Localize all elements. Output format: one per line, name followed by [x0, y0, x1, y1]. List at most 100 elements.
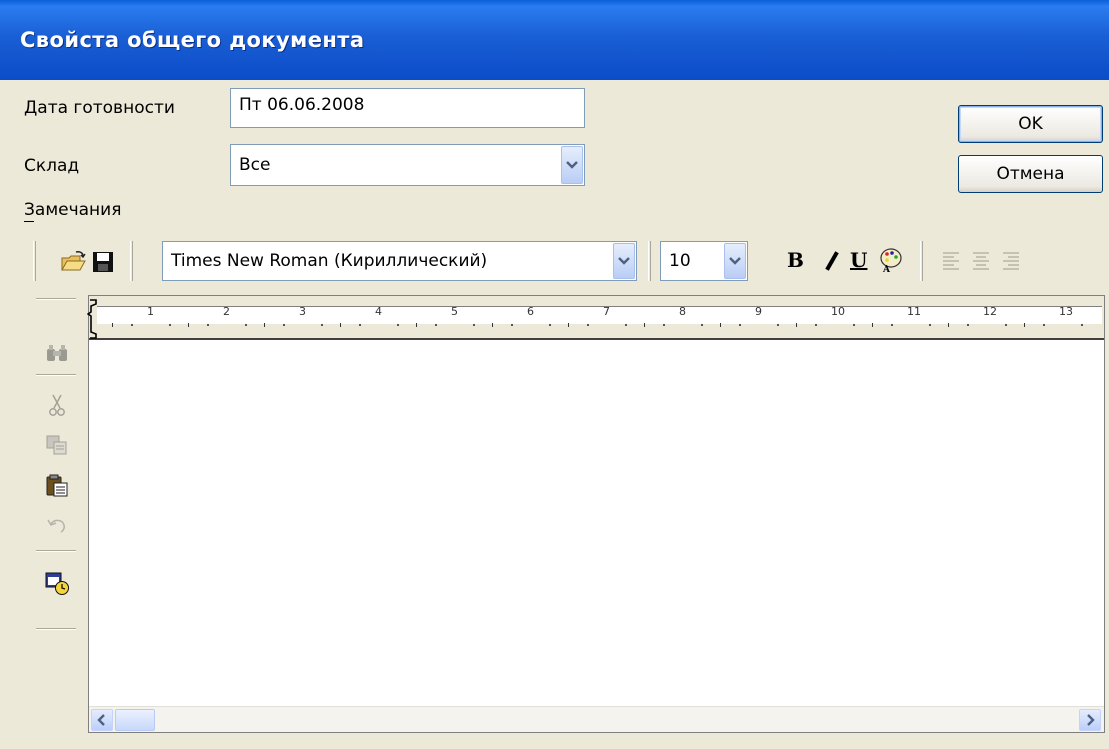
- ruler-dot: [321, 324, 323, 326]
- ruler-tick: [720, 323, 721, 327]
- ruler-dot: [701, 324, 703, 326]
- indent-marker-icon[interactable]: [87, 298, 99, 340]
- ruler-tick: [492, 323, 493, 327]
- ruler-dot: [511, 324, 513, 326]
- ruler-dot: [1005, 324, 1007, 326]
- ruler-tick: [112, 323, 113, 327]
- chevron-down-icon[interactable]: [613, 243, 635, 279]
- warehouse-value: Все: [239, 155, 271, 175]
- ruler-dot: [587, 324, 589, 326]
- bold-button[interactable]: B: [787, 248, 804, 272]
- ruler-number: 5: [451, 305, 458, 318]
- undo-icon[interactable]: [44, 512, 70, 538]
- date-field[interactable]: Пт 06.06.2008: [230, 88, 585, 128]
- remarks-label-text: Замечания: [24, 200, 122, 220]
- ruler-number: 12: [983, 305, 997, 318]
- ruler-dot: [663, 324, 665, 326]
- ruler-tick: [264, 323, 265, 327]
- ruler: 1 2 3 4 5 6 7 8 9 10 11 12 13: [87, 296, 1104, 340]
- ruler-number: 10: [831, 305, 845, 318]
- ruler-dot: [739, 324, 741, 326]
- ruler-dot: [359, 324, 361, 326]
- toolbar-separator: [920, 241, 923, 281]
- ruler-strip: 1 2 3 4 5 6 7 8 9 10 11 12 13: [97, 305, 1102, 327]
- ruler-dot: [549, 324, 551, 326]
- ruler-tick: [872, 323, 873, 327]
- color-palette-icon[interactable]: A: [878, 247, 904, 273]
- copy-icon[interactable]: [44, 432, 70, 458]
- insert-datetime-icon[interactable]: [44, 570, 70, 596]
- ruler-dot: [283, 324, 285, 326]
- font-size-value: 10: [669, 251, 691, 271]
- remarks-editor[interactable]: 1 2 3 4 5 6 7 8 9 10 11 12 13: [87, 295, 1105, 733]
- ok-button[interactable]: OK: [958, 105, 1103, 143]
- scroll-right-button[interactable]: [1079, 709, 1101, 731]
- ruler-dot: [815, 324, 817, 326]
- ruler-dot: [1043, 324, 1045, 326]
- align-left-icon[interactable]: [938, 247, 964, 273]
- ruler-dot: [473, 324, 475, 326]
- font-name-value: Times New Roman (Кириллический): [171, 251, 488, 271]
- ruler-number: 8: [679, 305, 686, 318]
- ruler-dot: [397, 324, 399, 326]
- ruler-dot: [435, 324, 437, 326]
- side-toolbar: [30, 290, 86, 730]
- title-bar: Свойста общего документа: [0, 0, 1109, 80]
- ruler-number: 7: [603, 305, 610, 318]
- ruler-tick: [568, 323, 569, 327]
- cut-scissors-icon[interactable]: [44, 392, 70, 418]
- ruler-dot: [967, 324, 969, 326]
- paste-clipboard-icon[interactable]: [44, 472, 70, 498]
- ruler-dot: [207, 324, 209, 326]
- ruler-dot: [1081, 324, 1083, 326]
- ruler-dot: [777, 324, 779, 326]
- toolbar-separator: [36, 550, 76, 552]
- ruler-tick: [416, 323, 417, 327]
- toolbar-separator: [130, 241, 133, 281]
- window-title: Свойста общего документа: [20, 28, 365, 52]
- align-center-icon[interactable]: [968, 247, 994, 273]
- chevron-down-icon[interactable]: [724, 243, 746, 279]
- horizontal-scrollbar[interactable]: [89, 706, 1104, 732]
- remarks-label: Замечания: [24, 200, 121, 220]
- find-binoculars-icon[interactable]: [44, 340, 70, 366]
- cancel-button[interactable]: Отмена: [958, 155, 1103, 193]
- underline-button[interactable]: U: [850, 248, 867, 272]
- ruler-dot: [891, 324, 893, 326]
- open-folder-icon[interactable]: [60, 249, 86, 275]
- toolbar-separator: [36, 628, 76, 630]
- toolbar-separator: [648, 241, 651, 281]
- chevron-down-icon[interactable]: [561, 146, 583, 184]
- svg-text:A: A: [882, 265, 891, 273]
- remarks-accesskey-underline: [24, 221, 34, 222]
- save-icon[interactable]: [90, 249, 116, 275]
- ruler-tick: [644, 323, 645, 327]
- ruler-number: 11: [907, 305, 921, 318]
- ruler-dot: [853, 324, 855, 326]
- ruler-number: 2: [223, 305, 230, 318]
- ruler-tick: [796, 323, 797, 327]
- toolbar-grip[interactable]: [36, 298, 76, 300]
- font-size-select[interactable]: 10: [660, 241, 748, 281]
- toolbar-grip[interactable]: [33, 241, 36, 281]
- ruler-tick: [948, 323, 949, 327]
- scroll-thumb[interactable]: [115, 709, 155, 731]
- ruler-number: 3: [299, 305, 306, 318]
- ruler-dot: [245, 324, 247, 326]
- font-name-select[interactable]: Times New Roman (Кириллический): [162, 241, 637, 281]
- ruler-dot: [625, 324, 627, 326]
- date-value: Пт 06.06.2008: [239, 95, 365, 115]
- ruler-tick: [1024, 323, 1025, 327]
- toolbar-separator: [36, 374, 76, 376]
- ruler-number: 4: [375, 305, 382, 318]
- ruler-number: 9: [755, 305, 762, 318]
- ruler-number: 6: [527, 305, 534, 318]
- format-toolbar: Times New Roman (Кириллический) 10 B U A: [30, 233, 1109, 289]
- ruler-tick: [188, 323, 189, 327]
- align-right-icon[interactable]: [998, 247, 1024, 273]
- warehouse-select[interactable]: Все: [230, 144, 585, 186]
- ruler-dot: [169, 324, 171, 326]
- warehouse-label: Склад: [24, 156, 80, 176]
- italic-icon[interactable]: [819, 248, 845, 274]
- scroll-left-button[interactable]: [91, 709, 113, 731]
